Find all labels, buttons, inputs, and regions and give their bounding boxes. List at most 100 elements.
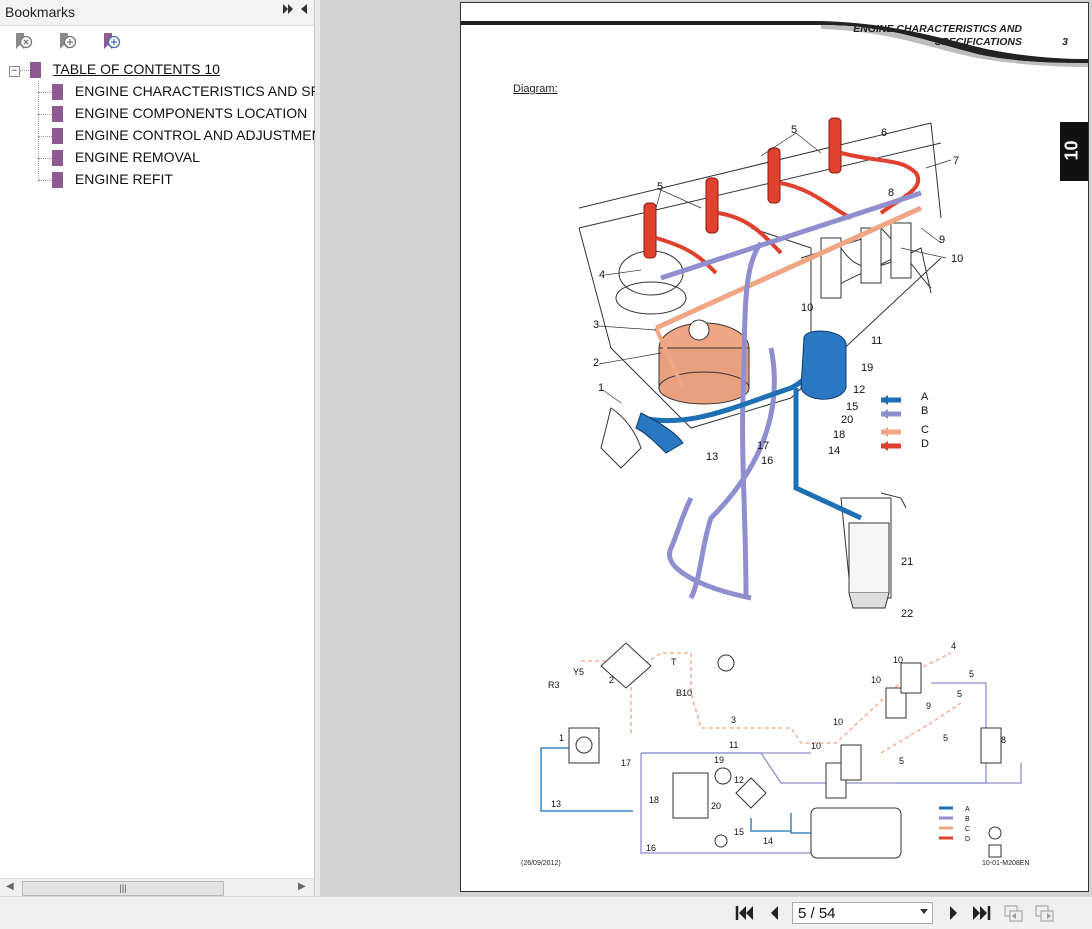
svg-text:18: 18 <box>833 429 845 441</box>
bookmark-item-label: ENGINE CONTROL AND ADJUSTMENT <box>74 127 331 143</box>
next-view-icon[interactable] <box>1034 904 1054 922</box>
page-footer-code: 10-01-M208EN <box>982 860 1030 867</box>
engine-fuel-system-drawing: 5 67 8910 543 2110 111912 152018 141713 1… <box>578 117 963 618</box>
svg-text:5: 5 <box>969 669 974 679</box>
svg-text:16: 16 <box>761 455 773 467</box>
document-page: ENGINE CHARACTERISTICS AND SPECIFICATION… <box>460 2 1089 892</box>
bookmark-item[interactable]: ENGINE REMOVAL <box>52 149 200 171</box>
svg-text:10: 10 <box>893 655 903 665</box>
page-footer-date: (26/09/2012) <box>521 860 561 867</box>
legend-label-b: B <box>921 405 929 417</box>
svg-text:12: 12 <box>853 384 865 396</box>
bookmark-item[interactable]: ENGINE REFIT <box>52 171 173 193</box>
svg-text:8: 8 <box>888 187 894 199</box>
horizontal-scrollbar[interactable]: ◀ ||| ▶ <box>0 878 314 897</box>
svg-text:11: 11 <box>871 335 882 347</box>
svg-text:R3: R3 <box>548 680 560 690</box>
diagram-label: Diagram: <box>513 83 558 95</box>
tree-collapse-toggle[interactable]: − <box>9 66 20 77</box>
svg-text:5: 5 <box>657 181 663 193</box>
bookmark-icon <box>52 150 63 171</box>
previous-page-icon[interactable] <box>766 904 786 922</box>
page-number-select[interactable]: 5 / 54 <box>792 902 933 924</box>
svg-text:5: 5 <box>957 689 962 699</box>
svg-text:D: D <box>965 836 970 843</box>
collapse-panel-icon[interactable] <box>300 3 308 18</box>
svg-text:18: 18 <box>649 795 659 805</box>
svg-text:14: 14 <box>828 445 840 457</box>
svg-text:19: 19 <box>714 755 724 765</box>
bookmark-icon <box>52 84 63 105</box>
bookmark-root[interactable]: TABLE OF CONTENTS 10 <box>30 61 220 83</box>
svg-text:2: 2 <box>609 675 614 685</box>
bookmark-delete-icon[interactable] <box>12 30 34 52</box>
svg-text:10: 10 <box>801 302 813 314</box>
svg-text:Y5: Y5 <box>573 667 584 677</box>
scrollbar-thumb[interactable]: ||| <box>22 881 224 896</box>
previous-view-icon[interactable] <box>1003 904 1023 922</box>
bookmark-item[interactable]: ENGINE CONTROL AND ADJUSTMENT <box>52 127 330 149</box>
svg-text:22: 22 <box>901 608 913 618</box>
svg-text:13: 13 <box>551 799 561 809</box>
svg-text:4: 4 <box>599 269 605 281</box>
svg-text:13: 13 <box>706 451 718 463</box>
svg-text:1: 1 <box>559 733 564 743</box>
bookmarks-toolbar <box>0 26 314 58</box>
svg-text:C: C <box>965 826 970 833</box>
svg-text:19: 19 <box>861 362 873 374</box>
legend-label-c: C <box>921 424 929 436</box>
svg-text:20: 20 <box>841 414 853 426</box>
svg-text:A: A <box>965 806 970 813</box>
last-page-icon[interactable] <box>971 904 991 922</box>
fuel-system-schematic: R3 Y5 2 B10 T 3 4 10 5 10 5 9 10 5 10 5 8 11 1 17 19 1… <box>540 641 1022 859</box>
svg-text:T: T <box>671 657 677 667</box>
scroll-left-icon[interactable]: ◀ <box>6 881 14 892</box>
bookmark-icon <box>30 62 41 83</box>
svg-text:15: 15 <box>846 401 858 413</box>
page-header-number: 3 <box>1062 36 1068 48</box>
bookmarks-header: Bookmarks <box>0 0 314 26</box>
page-header-subtitle: SPECIFICATIONS <box>934 36 1022 48</box>
svg-text:B10: B10 <box>676 688 692 698</box>
svg-text:20: 20 <box>711 801 721 811</box>
svg-text:5: 5 <box>943 733 948 743</box>
svg-text:14: 14 <box>763 836 773 846</box>
svg-text:2: 2 <box>593 357 599 369</box>
svg-text:10: 10 <box>951 253 963 265</box>
scroll-right-icon[interactable]: ▶ <box>298 881 306 892</box>
bookmark-root-label: TABLE OF CONTENTS 10 <box>52 61 220 77</box>
bookmarks-panel: Bookmarks − TABLE OF CONTENTS 10 ENGINE … <box>0 0 417 897</box>
bookmark-item-label: ENGINE REMOVAL <box>74 149 200 165</box>
chevron-down-icon[interactable] <box>920 909 928 914</box>
bookmark-item-label: ENGINE COMPONENTS LOCATION <box>74 105 308 121</box>
svg-text:12: 12 <box>734 775 744 785</box>
svg-text:7: 7 <box>953 155 959 167</box>
bookmark-add-icon[interactable] <box>56 30 78 52</box>
svg-text:8: 8 <box>1001 735 1006 745</box>
document-viewport: ENGINE CHARACTERISTICS AND SPECIFICATION… <box>320 0 1092 896</box>
svg-text:21: 21 <box>901 556 913 568</box>
svg-text:10: 10 <box>833 717 843 727</box>
svg-text:11: 11 <box>729 740 738 750</box>
svg-text:10: 10 <box>811 741 821 751</box>
bookmarks-title: Bookmarks <box>5 4 76 20</box>
svg-text:16: 16 <box>646 843 656 853</box>
bookmark-item[interactable]: ENGINE COMPONENTS LOCATION <box>52 105 307 127</box>
page-header-title: ENGINE CHARACTERISTICS AND <box>853 23 1022 35</box>
svg-text:6: 6 <box>881 127 887 139</box>
bookmark-icon <box>52 172 63 193</box>
svg-text:5: 5 <box>899 756 904 766</box>
bookmark-icon <box>52 106 63 127</box>
svg-text:9: 9 <box>939 234 945 246</box>
svg-text:B: B <box>965 816 970 823</box>
next-page-icon[interactable] <box>944 904 964 922</box>
svg-text:9: 9 <box>926 701 931 711</box>
svg-text:17: 17 <box>757 440 769 452</box>
expand-panel-icon[interactable] <box>282 3 294 18</box>
svg-text:3: 3 <box>731 715 736 725</box>
bookmark-properties-icon[interactable] <box>100 30 122 52</box>
first-page-icon[interactable] <box>735 904 755 922</box>
bookmark-item-label: ENGINE REFIT <box>74 171 173 187</box>
bookmark-icon <box>52 128 63 149</box>
svg-text:4: 4 <box>951 641 956 651</box>
